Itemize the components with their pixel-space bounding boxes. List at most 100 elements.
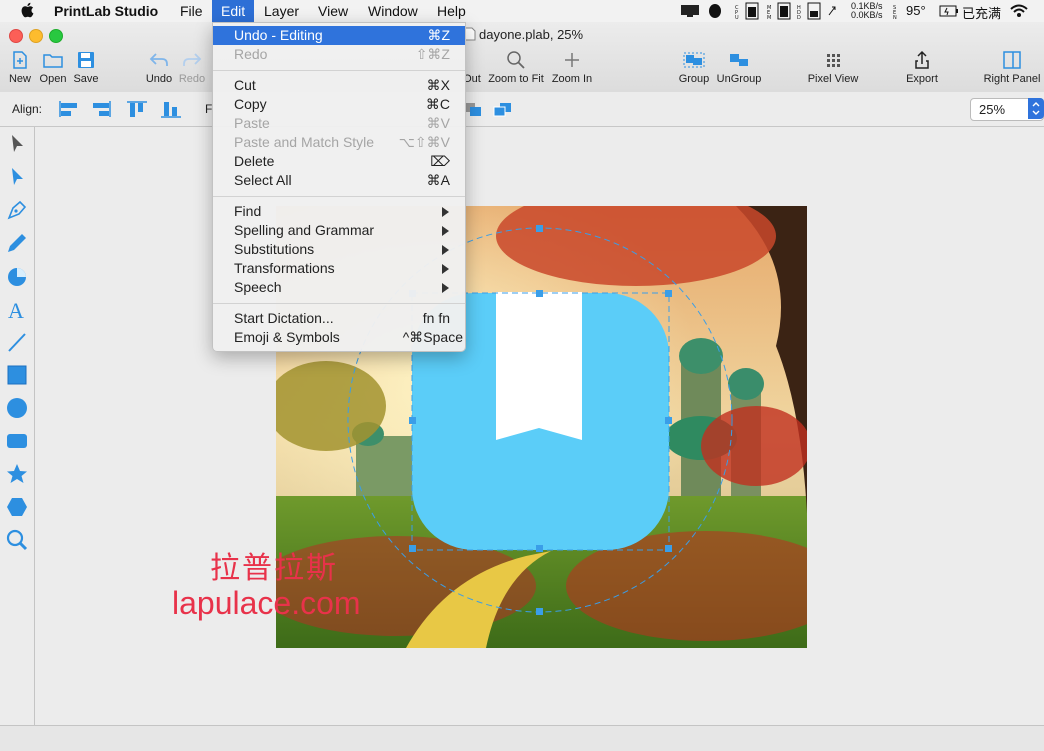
redo-item-label: Redo: [234, 46, 268, 62]
ungroup-icon: [730, 54, 748, 66]
menu-item-redo[interactable]: Redo ⇧⌘Z: [213, 45, 465, 64]
watermark-chinese: 拉普拉斯: [210, 552, 338, 585]
mem-bar-icon: [777, 2, 791, 20]
text-tool-icon[interactable]: A: [5, 297, 29, 321]
pixel-view-label: Pixel View: [807, 73, 859, 85]
menu-bar: PrintLab Studio File Edit Layer View Win…: [0, 0, 1044, 23]
qq-penguin-icon[interactable]: [707, 3, 723, 19]
menu-separator: [213, 70, 465, 71]
pixel-view-button[interactable]: Pixel View: [805, 50, 861, 85]
select-arrow-icon[interactable]: [5, 132, 29, 156]
close-window-button[interactable]: [9, 29, 23, 43]
save-label: Save: [73, 73, 99, 85]
menu-separator: [213, 303, 465, 304]
star-tool-icon[interactable]: [5, 462, 29, 486]
redo-button[interactable]: Redo: [177, 50, 207, 85]
screen-mirror-icon[interactable]: [680, 4, 700, 18]
menu-item-undo[interactable]: Undo - Editing ⌘Z: [213, 26, 465, 45]
floppy-disk-icon: [78, 52, 94, 68]
menu-item-paste[interactable]: Paste ⌘V: [213, 114, 465, 133]
paste-item-label: Paste: [234, 115, 270, 131]
menu-item-spelling[interactable]: Spelling and Grammar: [213, 221, 465, 240]
group-button[interactable]: Group: [677, 50, 711, 85]
wifi-icon[interactable]: [1009, 3, 1029, 18]
menu-item-emoji-symbols[interactable]: Emoji & Symbols ^⌘Space: [213, 328, 465, 347]
align-right-icon[interactable]: [90, 100, 112, 118]
line-tool-icon[interactable]: [5, 330, 29, 354]
copy-item-shortcut: ⌘C: [425, 96, 450, 112]
arrange-forward-icon[interactable]: [492, 100, 514, 118]
pencil-icon[interactable]: [5, 231, 29, 255]
zoom-select[interactable]: 25%: [970, 98, 1044, 121]
menu-layer[interactable]: Layer: [264, 3, 299, 19]
new-document-icon: [13, 51, 27, 69]
zoom-in-button[interactable]: Zoom In: [551, 50, 593, 85]
menu-item-substitutions[interactable]: Substitutions: [213, 240, 465, 259]
battery-icon[interactable]: [939, 5, 959, 17]
new-button[interactable]: New: [6, 50, 34, 85]
ellipse-tool-icon[interactable]: [5, 396, 29, 420]
menu-item-start-dictation[interactable]: Start Dictation... fn fn: [213, 309, 465, 328]
menu-view[interactable]: View: [318, 3, 348, 19]
export-label: Export: [906, 73, 938, 85]
dictation-item-label: Start Dictation...: [234, 310, 334, 326]
align-left-icon[interactable]: [58, 100, 80, 118]
menu-file[interactable]: File: [180, 3, 203, 19]
spelling-item-label: Spelling and Grammar: [234, 222, 375, 238]
zoom-tool-icon[interactable]: [5, 528, 29, 552]
paste-match-item-label: Paste and Match Style: [234, 134, 375, 150]
undo-button[interactable]: Undo: [143, 50, 175, 85]
app-name-menu[interactable]: PrintLab Studio: [54, 3, 158, 19]
pen-tool-icon[interactable]: [5, 198, 29, 222]
menu-window[interactable]: Window: [368, 3, 418, 19]
zoom-to-fit-button[interactable]: Zoom to Fit: [487, 50, 545, 85]
battery-status[interactable]: 已充满: [962, 3, 1001, 22]
menu-help[interactable]: Help: [437, 3, 466, 19]
align-top-icon[interactable]: [126, 100, 148, 118]
menu-item-speech[interactable]: Speech: [213, 278, 465, 297]
menu-item-delete[interactable]: Delete ⌦: [213, 152, 465, 171]
zoom-window-button[interactable]: [49, 29, 63, 43]
apple-icon[interactable]: [20, 2, 34, 18]
submenu-arrow-icon: [442, 283, 449, 293]
menu-item-transformations[interactable]: Transformations: [213, 259, 465, 278]
menu-item-cut[interactable]: Cut ⌘X: [213, 76, 465, 95]
rectangle-tool-icon[interactable]: [5, 363, 29, 387]
polygon-tool-icon[interactable]: [5, 495, 29, 519]
submenu-arrow-icon: [442, 207, 449, 217]
delete-item-label: Delete: [234, 153, 275, 169]
pixel-grid-icon: [827, 54, 840, 67]
undo-arrow-icon: [149, 53, 168, 66]
align-bottom-icon[interactable]: [160, 100, 182, 118]
export-button[interactable]: Export: [902, 50, 942, 85]
up-down-chevron-icon: [1032, 102, 1040, 115]
select-all-item-shortcut: ⌘A: [426, 172, 450, 188]
open-label: Open: [39, 73, 67, 85]
gradient-fill-icon[interactable]: [5, 264, 29, 288]
direct-select-arrow-icon[interactable]: [5, 165, 29, 189]
align-label: Align:: [12, 102, 43, 116]
menu-separator: [213, 196, 465, 197]
menu-item-paste-match-style[interactable]: Paste and Match Style ⌥⇧⌘V: [213, 133, 465, 152]
substitutions-item-label: Substitutions: [234, 241, 315, 257]
open-button[interactable]: Open: [38, 50, 68, 85]
menu-item-copy[interactable]: Copy ⌘C: [213, 95, 465, 114]
rounded-rect-tool-icon[interactable]: [5, 429, 29, 453]
folder-icon: [43, 54, 63, 68]
select-all-item-label: Select All: [234, 172, 292, 188]
cpu-bar-icon: [745, 2, 759, 20]
menu-item-select-all[interactable]: Select All ⌘A: [213, 171, 465, 190]
ungroup-button[interactable]: UnGroup: [716, 50, 762, 85]
new-label: New: [8, 73, 31, 85]
svg-text:U: U: [735, 15, 739, 19]
right-panel-button[interactable]: Right Panel: [982, 50, 1042, 85]
menu-edit[interactable]: Edit: [212, 0, 255, 22]
find-item-label: Find: [234, 203, 262, 219]
svg-text:D: D: [797, 15, 801, 19]
zoom-in-label: Zoom In: [551, 73, 593, 85]
menu-item-find[interactable]: Find: [213, 202, 465, 221]
save-button[interactable]: Save: [72, 50, 100, 85]
minimize-window-button[interactable]: [29, 29, 43, 43]
zoom-stepper[interactable]: [1028, 98, 1044, 119]
window-toolbar: dayone.plab, 25% New Open Save Undo Redo…: [0, 22, 1044, 93]
